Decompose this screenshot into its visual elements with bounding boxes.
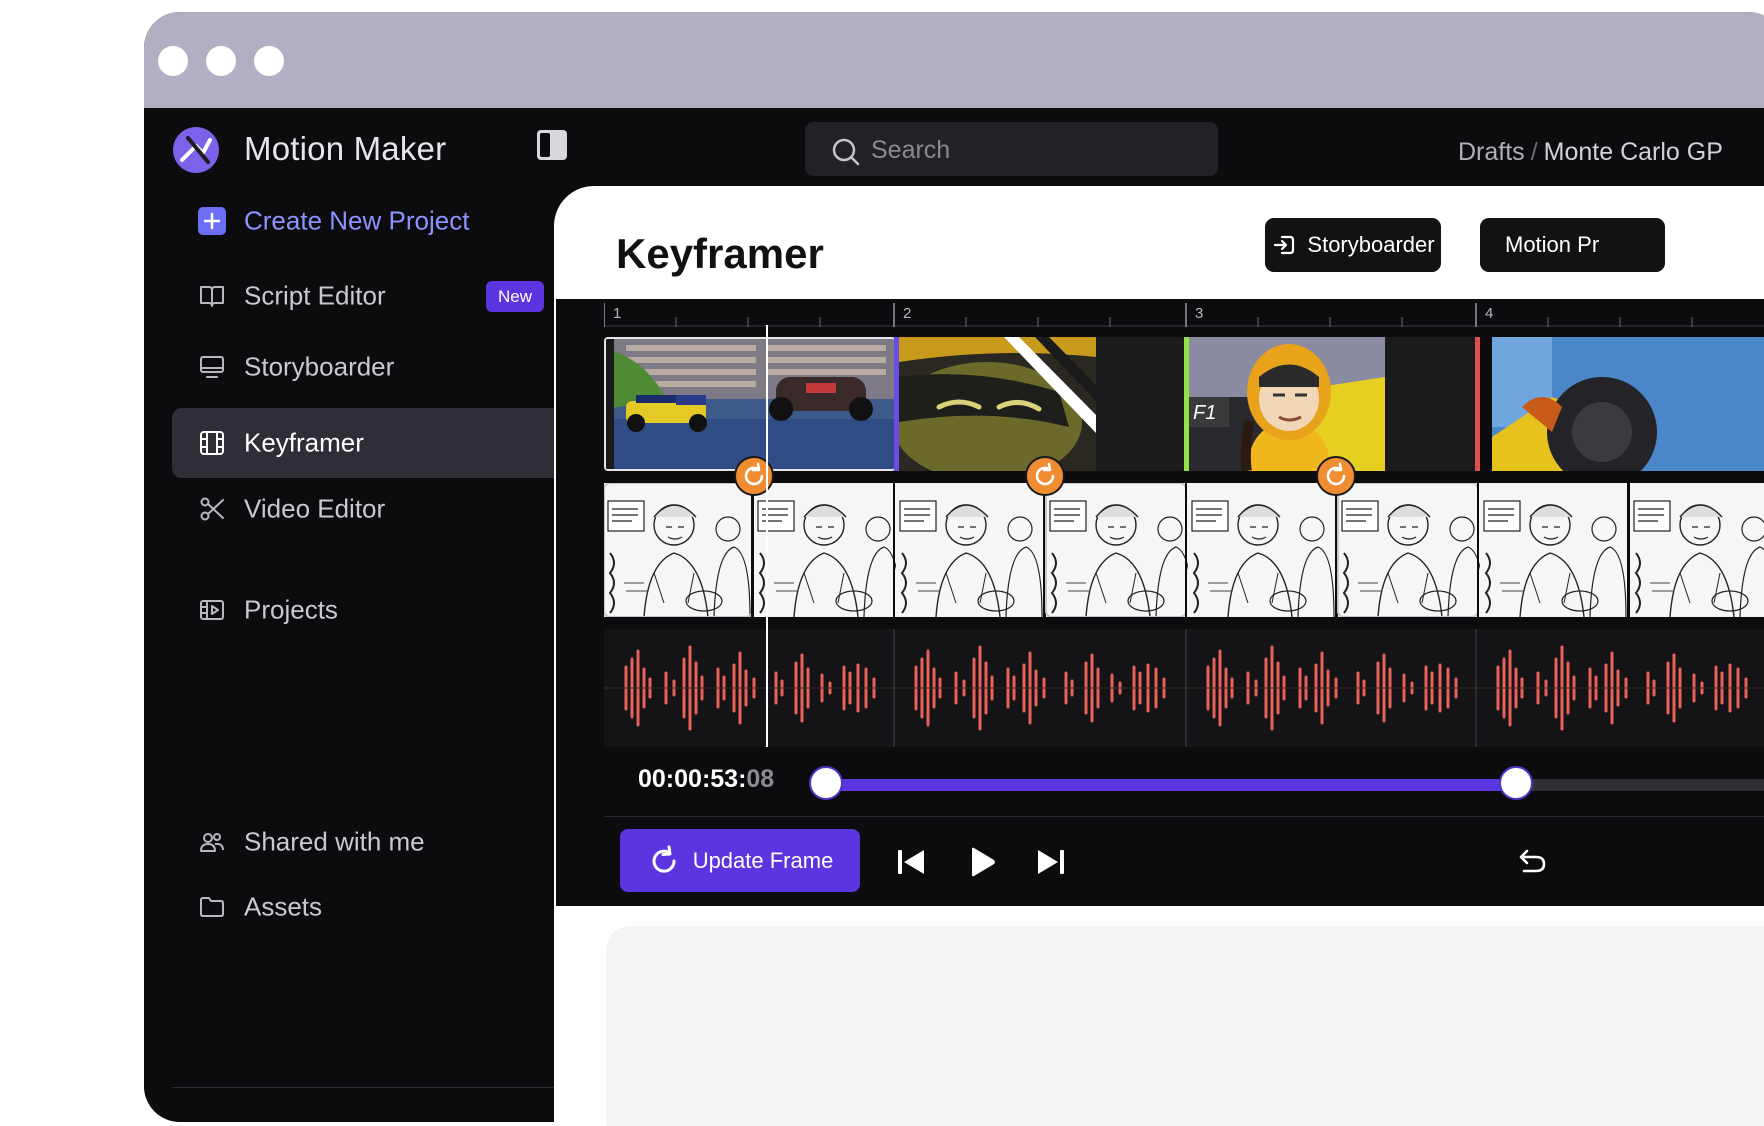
timecode-frames: 08 — [746, 765, 775, 793]
sidebar-item-script-editor[interactable]: Script Editor New — [172, 261, 574, 331]
sidebar-item-label: Video Editor — [244, 493, 386, 524]
book-icon — [200, 286, 224, 307]
sidebar-item-label: Projects — [244, 594, 338, 625]
sidebar-item-label: Shared with me — [244, 826, 425, 857]
svg-text:F1: F1 — [1193, 402, 1216, 424]
video-clip[interactable]: F1 — [1189, 337, 1385, 471]
timecode-main: 00:00:53: — [638, 765, 747, 793]
video-clip-thumbnail — [899, 337, 1096, 471]
sidebar-item-projects[interactable]: Projects — [172, 575, 574, 645]
breadcrumb-separator: / — [1530, 138, 1538, 166]
keyframe-refresh-icon[interactable] — [734, 456, 774, 496]
page-title: Keyframer — [616, 230, 824, 277]
sidebar-toggle-icon[interactable] — [535, 128, 569, 162]
storyboard-frames — [603, 482, 1764, 618]
ruler-ticks — [604, 303, 1764, 327]
empty-clip-slot — [1385, 337, 1477, 471]
skip-back-icon[interactable] — [894, 845, 928, 879]
undo-icon[interactable] — [1514, 845, 1548, 879]
video-clip[interactable] — [899, 337, 1096, 471]
create-new-project-button[interactable]: Create New Project — [172, 186, 574, 256]
ruler-marker: 1 — [613, 305, 622, 322]
video-clip[interactable] — [604, 337, 896, 471]
plus-icon — [198, 207, 226, 235]
sidebar-item-label: Storyboarder — [244, 351, 395, 382]
ruler-marker: 3 — [1195, 305, 1204, 322]
sidebar: Motion Maker Create New Project Script E… — [144, 108, 603, 1122]
folder-icon — [200, 897, 224, 917]
timeline-editor: 1 2 3 4 F1 00:00:53:08 Update Frame — [556, 299, 1764, 906]
video-clip[interactable] — [1492, 337, 1764, 471]
create-new-project-label: Create New Project — [244, 205, 470, 236]
keyframe-refresh-icon[interactable] — [1025, 456, 1065, 496]
video-track: F1 — [604, 337, 1764, 471]
projects-icon — [200, 600, 224, 620]
range-end-handle[interactable] — [1498, 766, 1533, 800]
motion-button[interactable]: Motion Pr — [1480, 218, 1665, 272]
bottom-panel — [606, 926, 1764, 1126]
sidebar-item-keyframer[interactable]: Keyframer — [172, 408, 574, 478]
breadcrumb-current: Monte Carlo GP — [1543, 138, 1723, 166]
timecode: 00:00:53:08 — [638, 765, 774, 794]
search-input[interactable] — [869, 122, 1203, 178]
range-start-handle[interactable] — [809, 766, 843, 800]
maximize-dot[interactable] — [254, 46, 284, 76]
motion-button-label: Motion Pr — [1505, 232, 1600, 257]
app-title: Motion Maker — [244, 130, 447, 167]
storyboarder-button[interactable]: Storyboarder — [1265, 218, 1441, 272]
refresh-icon — [652, 845, 676, 873]
storyboarder-button-label: Storyboarder — [1307, 232, 1435, 257]
audio-waveform — [604, 629, 1764, 747]
breadcrumb: Drafts / Monte Carlo GP — [1458, 138, 1723, 167]
audio-track — [604, 629, 1764, 747]
timeline-range-slider[interactable] — [809, 766, 1764, 800]
update-frame-label: Update Frame — [692, 847, 834, 873]
app-logo-icon — [173, 127, 219, 173]
breadcrumb-parent[interactable]: Drafts — [1458, 138, 1525, 166]
monitor-icon — [200, 356, 224, 378]
sidebar-item-video-editor[interactable]: Video Editor — [172, 474, 574, 544]
storyboard-track — [603, 482, 1764, 618]
sidebar-item-label: Assets — [244, 891, 323, 922]
skip-forward-icon[interactable] — [1034, 845, 1068, 879]
sidebar-divider — [172, 1087, 574, 1088]
sidebar-item-assets[interactable]: Assets — [172, 872, 574, 942]
update-frame-button[interactable]: Update Frame — [620, 829, 860, 892]
playhead[interactable] — [766, 325, 768, 747]
controls-divider — [604, 816, 1764, 817]
users-icon — [200, 833, 224, 852]
empty-clip-slot — [1096, 337, 1186, 471]
search-box[interactable] — [805, 122, 1218, 178]
ruler-marker: 4 — [1485, 305, 1494, 322]
video-clip-thumbnail — [1492, 337, 1764, 471]
new-badge: New — [486, 281, 545, 312]
sidebar-item-storyboarder[interactable]: Storyboarder — [172, 332, 574, 402]
scissors-icon — [200, 497, 224, 521]
sidebar-item-label: Keyframer — [244, 427, 364, 458]
enter-icon — [1274, 235, 1295, 255]
title-bar — [144, 12, 1764, 108]
close-dot[interactable] — [158, 46, 188, 76]
film-icon — [200, 431, 224, 455]
search-icon — [832, 138, 860, 166]
range-fill — [826, 779, 1516, 791]
video-clip-thumbnail: F1 — [1189, 337, 1385, 471]
video-clip-thumbnail — [606, 339, 894, 469]
play-icon[interactable] — [964, 845, 998, 879]
clip-marker-red — [1475, 337, 1480, 471]
sidebar-item-label: Script Editor — [244, 280, 386, 311]
ruler-marker: 2 — [903, 305, 912, 322]
sidebar-item-shared-with-me[interactable]: Shared with me — [172, 807, 574, 877]
keyframer-panel: Keyframer Storyboarder Motion Pr 1 2 3 4… — [554, 186, 1764, 1126]
keyframe-refresh-icon[interactable] — [1316, 456, 1356, 496]
minimize-dot[interactable] — [206, 46, 236, 76]
timeline-ruler: 1 2 3 4 — [604, 299, 1764, 327]
